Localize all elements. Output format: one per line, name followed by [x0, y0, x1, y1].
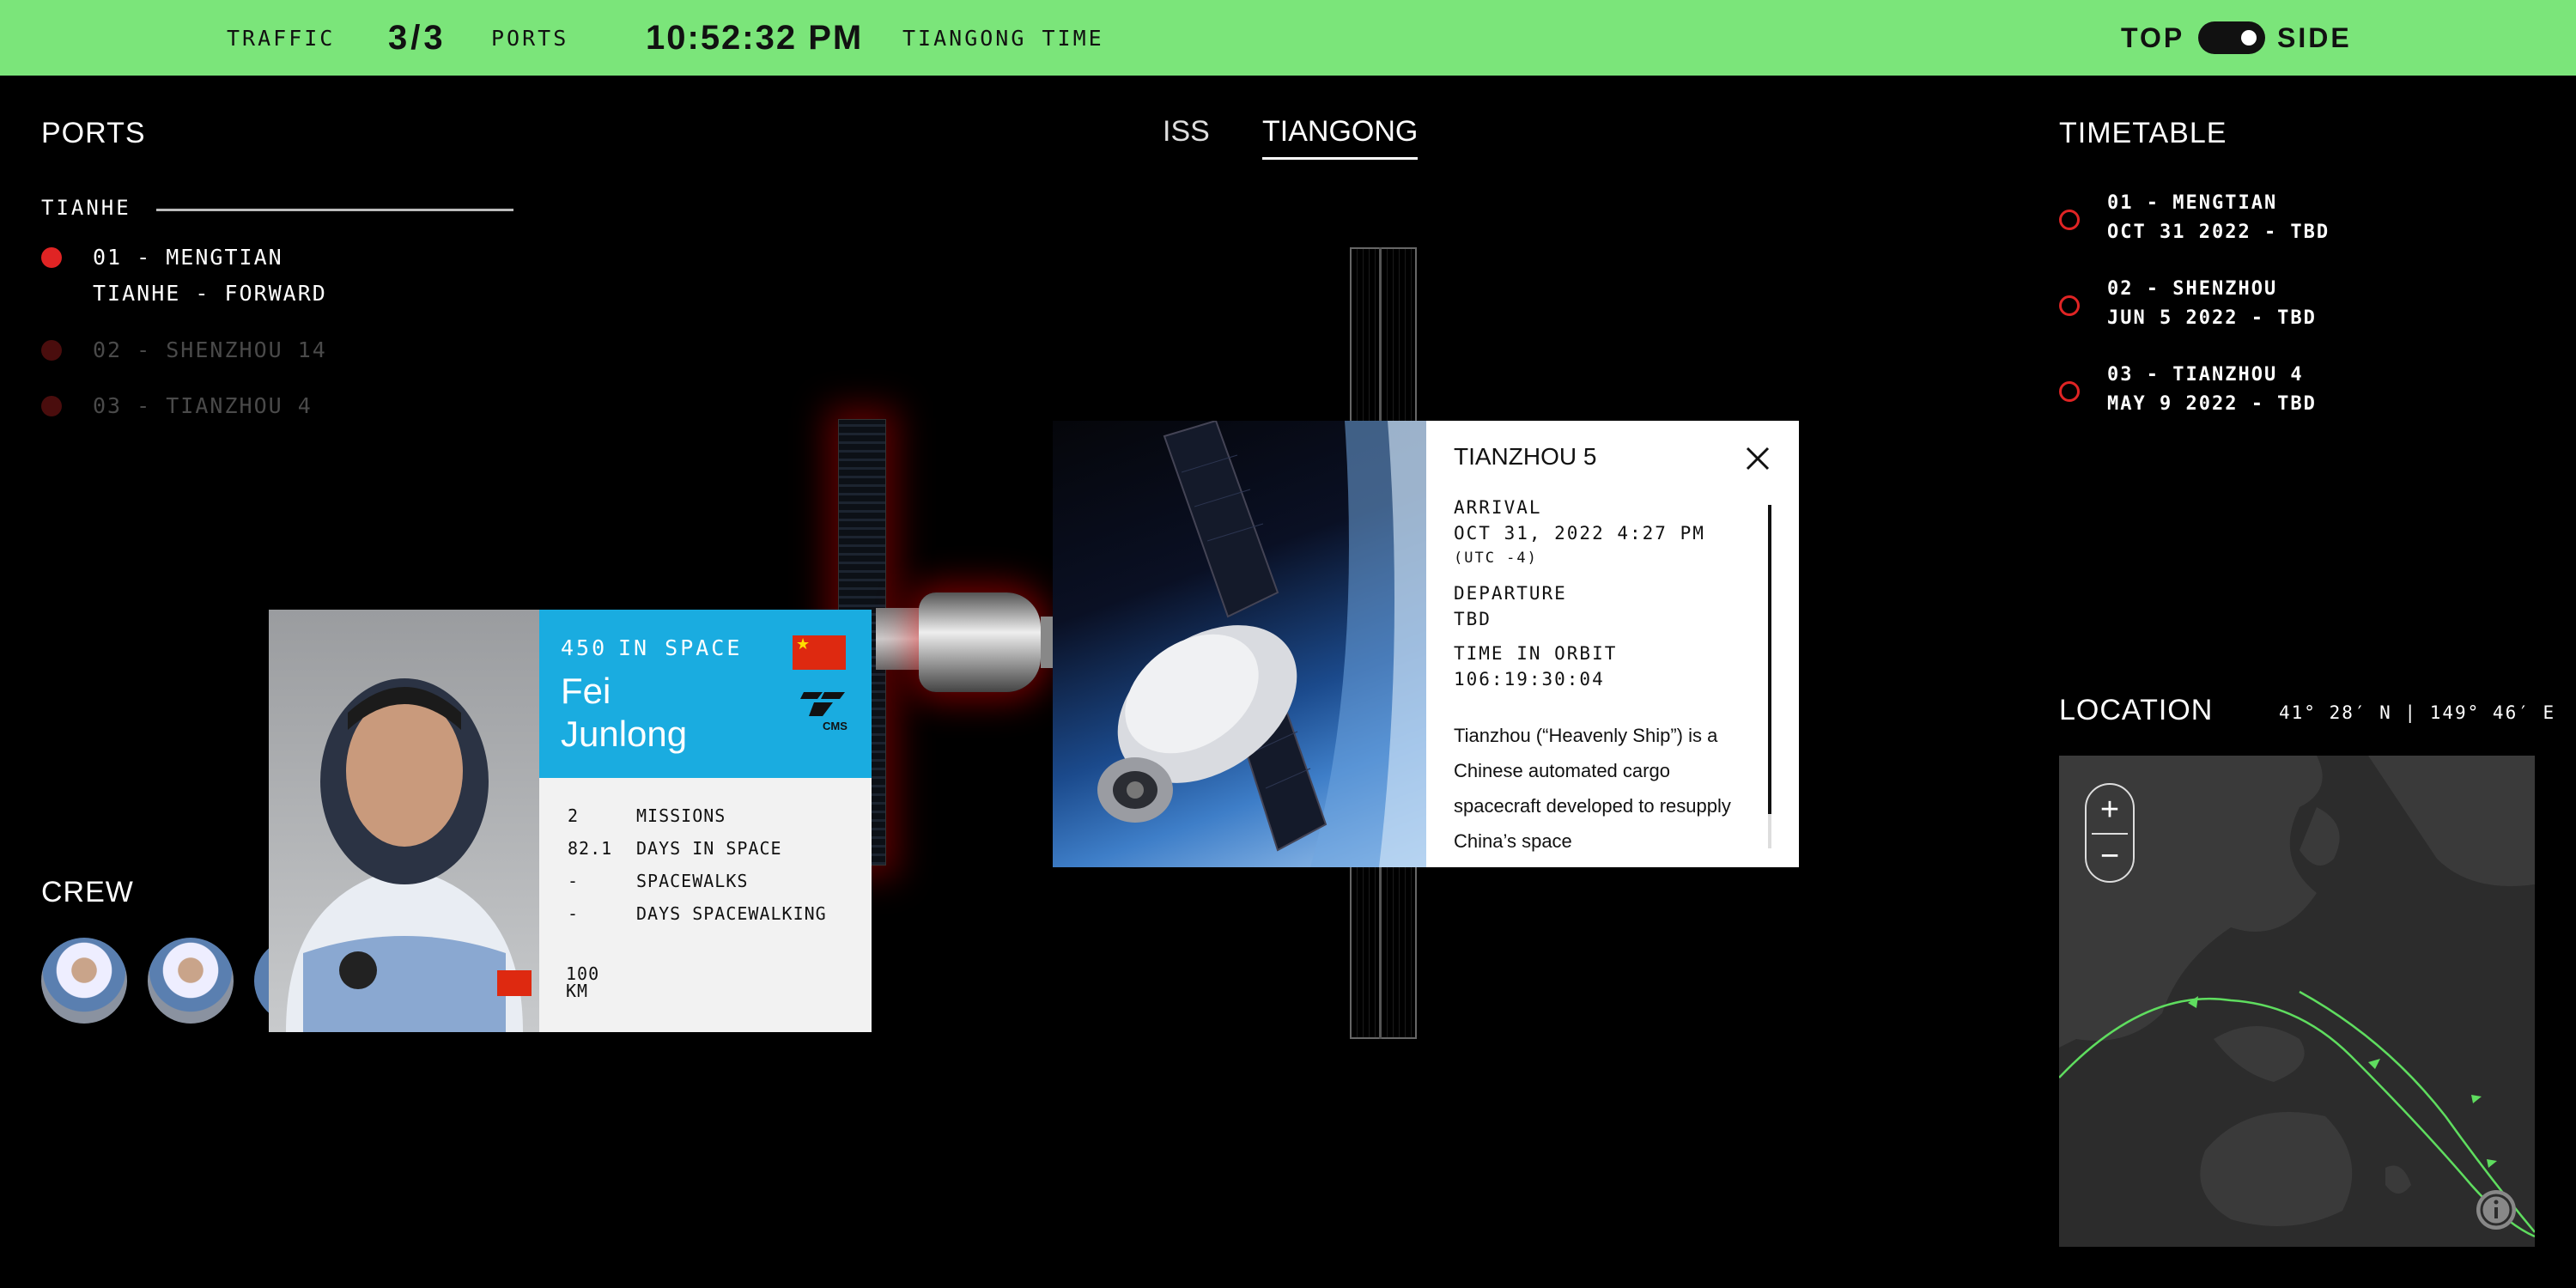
- zoom-out-button[interactable]: −: [2087, 835, 2133, 878]
- first-name: Fei: [561, 671, 611, 711]
- in-space-label: IN SPACE: [618, 635, 743, 660]
- stat-value: -: [568, 903, 580, 924]
- crew-card-header: 450 IN SPACE Fei Junlong ★ CMS: [539, 610, 872, 778]
- days-count: 450: [561, 635, 608, 660]
- crew-avatar[interactable]: [41, 938, 127, 1024]
- schedule-ring-icon: [2059, 210, 2080, 230]
- info-glyph: [2480, 1194, 2512, 1226]
- stat-row: - DAYS SPACEWALKING: [568, 903, 860, 936]
- view-top-label[interactable]: TOP: [2121, 0, 2184, 76]
- timetable-item[interactable]: 02 - SHENZHOU JUN 5 2022 - TBD: [2059, 278, 2540, 338]
- stat-label: DAYS IN SPACE: [636, 838, 782, 859]
- timetable-name: 03 - TIANZHOU 4: [2107, 364, 2304, 386]
- module-ring: [1041, 617, 1053, 668]
- china-flag-icon: ★: [793, 635, 846, 670]
- agency-logo: CMS: [797, 685, 848, 735]
- departure-value: TBD: [1454, 609, 1492, 629]
- tianzhou-illustration: [1097, 421, 1426, 867]
- logo-line: 100: [566, 963, 600, 984]
- location-title: LOCATION: [2059, 694, 2214, 726]
- timetable-item[interactable]: 01 - MENGTIAN OCT 31 2022 - TBD: [2059, 192, 2540, 252]
- arrival-timezone: (UTC -4): [1454, 550, 1538, 567]
- logo-line: KM: [566, 981, 589, 1001]
- module-divider: [156, 209, 513, 211]
- clock-label: TIANGONG TIME: [902, 25, 1104, 51]
- last-name: Junlong: [561, 714, 688, 754]
- astronaut-photo: [269, 610, 539, 1032]
- stat-row: - SPACEWALKS: [568, 871, 860, 903]
- toggle-knob: [2241, 30, 2257, 46]
- stat-value: 2: [568, 805, 580, 826]
- agency-name: CMS: [823, 720, 848, 732]
- zoom-control: + −: [2085, 783, 2135, 883]
- stat-value: 82.1: [568, 838, 613, 859]
- station-clock: 10:52:32 PM: [646, 18, 864, 57]
- timetable-date: MAY 9 2022 - TBD: [2107, 393, 2317, 415]
- orbit-value: 106:19:30:04: [1454, 669, 1605, 690]
- close-icon-glyph: [1746, 447, 1770, 471]
- port-name: 01 - MENGTIAN: [93, 245, 283, 270]
- crew-avatar[interactable]: [148, 938, 234, 1024]
- port-status-dot: [41, 340, 62, 361]
- view-toggle[interactable]: [2198, 21, 2265, 54]
- crew-card: 450 IN SPACE Fei Junlong ★ CMS 2 MISSIONS…: [269, 610, 872, 1032]
- orbit-map[interactable]: + −: [2059, 756, 2535, 1247]
- timetable-title: TIMETABLE: [2059, 117, 2227, 149]
- crew-title: CREW: [41, 876, 134, 908]
- port-item-mengtian[interactable]: 01 - MENGTIAN TIANHE - FORWARD: [41, 245, 522, 313]
- tab-tiangong[interactable]: TIANGONG: [1262, 115, 1419, 160]
- schedule-ring-icon: [2059, 381, 2080, 402]
- port-status-dot: [41, 247, 62, 268]
- cms-logo-icon: [800, 692, 845, 716]
- stat-value: -: [568, 871, 580, 891]
- timetable-name: 01 - MENGTIAN: [2107, 192, 2278, 214]
- info-icon[interactable]: [2476, 1190, 2516, 1230]
- port-location: TIANHE - FORWARD: [93, 281, 327, 306]
- port-item-shenzhou[interactable]: 02 - SHENZHOU 14: [41, 337, 522, 367]
- spacecraft-info-panel: TIANZHOU 5 ARRIVAL OCT 31, 2022 4:27 PM …: [1426, 421, 1799, 867]
- 100km-logo: 100 KM: [566, 965, 599, 999]
- astronaut-portrait: [286, 678, 532, 1032]
- stat-label: SPACEWALKS: [636, 871, 749, 891]
- module-name: TIANHE: [41, 196, 131, 220]
- port-name: 02 - SHENZHOU 14: [93, 337, 327, 362]
- traffic-label: TRAFFIC: [227, 25, 336, 51]
- view-side-label[interactable]: SIDE: [2277, 0, 2352, 76]
- timetable-name: 02 - SHENZHOU: [2107, 278, 2278, 300]
- scrollbar-track[interactable]: [1768, 505, 1771, 848]
- ports-label: PORTS: [491, 25, 569, 51]
- arrival-label: ARRIVAL: [1454, 497, 1542, 518]
- close-icon[interactable]: [1742, 443, 1773, 474]
- timetable-item[interactable]: 03 - TIANZHOU 4 MAY 9 2022 - TBD: [2059, 364, 2540, 424]
- stat-row: 82.1 DAYS IN SPACE: [568, 838, 860, 871]
- scrollbar-thumb[interactable]: [1768, 505, 1771, 814]
- location-coords: 41° 28′ N | 149° 46′ E: [2279, 702, 2556, 723]
- core-module: [919, 592, 1041, 692]
- port-item-tianzhou[interactable]: 03 - TIANZHOU 4: [41, 393, 522, 422]
- port-status-dot: [41, 396, 62, 416]
- departure-label: DEPARTURE: [1454, 583, 1567, 604]
- ports-count: 3/3: [388, 18, 447, 57]
- port-name: 03 - TIANZHOU 4: [93, 393, 313, 418]
- schedule-ring-icon: [2059, 295, 2080, 316]
- tab-iss[interactable]: ISS: [1163, 115, 1210, 149]
- ports-title: PORTS: [41, 117, 146, 149]
- timetable-date: JUN 5 2022 - TBD: [2107, 307, 2317, 329]
- spacecraft-description: Tianzhou (“Heavenly Ship”) is a Chinese …: [1454, 725, 1731, 852]
- stat-label: MISSIONS: [636, 805, 726, 826]
- spacecraft-image: [1053, 421, 1426, 867]
- zoom-in-button[interactable]: +: [2087, 788, 2133, 831]
- spacecraft-title: TIANZHOU 5: [1454, 443, 1597, 470]
- timetable-date: OCT 31 2022 - TBD: [2107, 222, 2330, 243]
- top-bar: TRAFFIC 3/3 PORTS 10:52:32 PM TIANGONG T…: [0, 0, 2576, 76]
- stat-row: 2 MISSIONS: [568, 805, 860, 838]
- crew-stats: 2 MISSIONS 82.1 DAYS IN SPACE - SPACEWALKS …: [568, 805, 860, 936]
- stat-label: DAYS SPACEWALKING: [636, 903, 827, 924]
- orbit-label: TIME IN ORBIT: [1454, 643, 1618, 664]
- arrival-value: OCT 31, 2022 4:27 PM: [1454, 523, 1705, 544]
